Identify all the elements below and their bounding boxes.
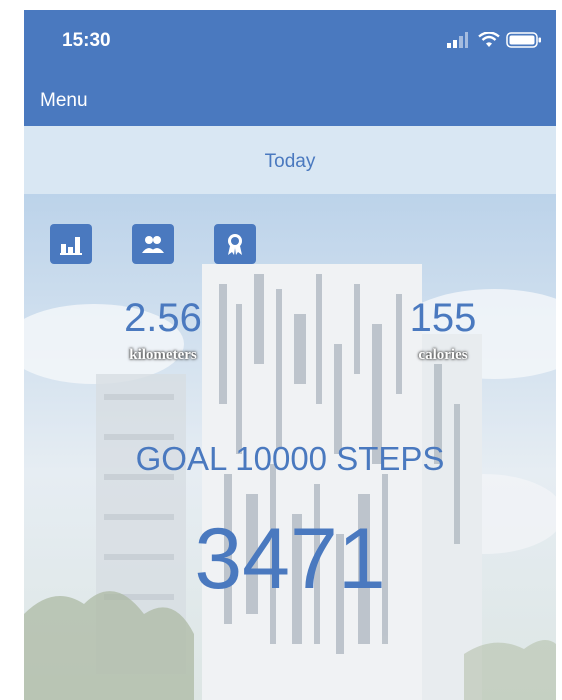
- battery-icon: [506, 32, 541, 48]
- calories-value: 155: [409, 296, 477, 340]
- today-label[interactable]: Today: [24, 151, 556, 173]
- friends-button[interactable]: [132, 224, 174, 264]
- menu-button[interactable]: Menu: [40, 90, 88, 112]
- people-icon: [142, 236, 164, 253]
- step-goal-label: GOAL 10000 STEPS: [135, 440, 445, 477]
- stats-button[interactable]: [50, 224, 92, 264]
- award-icon: [228, 234, 242, 255]
- step-count: 3471: [194, 511, 386, 607]
- status-icons: [356, 32, 556, 48]
- status-bar: 15:30: [24, 10, 556, 76]
- signal-icon: [447, 32, 468, 48]
- bar-chart-icon: [60, 237, 82, 255]
- calories-unit-label: calories: [418, 347, 468, 363]
- header-bar: [24, 76, 556, 126]
- distance-unit-label: kilometers: [129, 347, 197, 363]
- app-screen: 15:30 Menu Today 2.56 kilometers 155 cal…: [24, 10, 556, 700]
- distance-value: 2.56: [124, 296, 202, 340]
- status-time: 15:30: [62, 30, 111, 51]
- achievements-button[interactable]: [214, 224, 256, 264]
- wifi-icon: [478, 32, 500, 47]
